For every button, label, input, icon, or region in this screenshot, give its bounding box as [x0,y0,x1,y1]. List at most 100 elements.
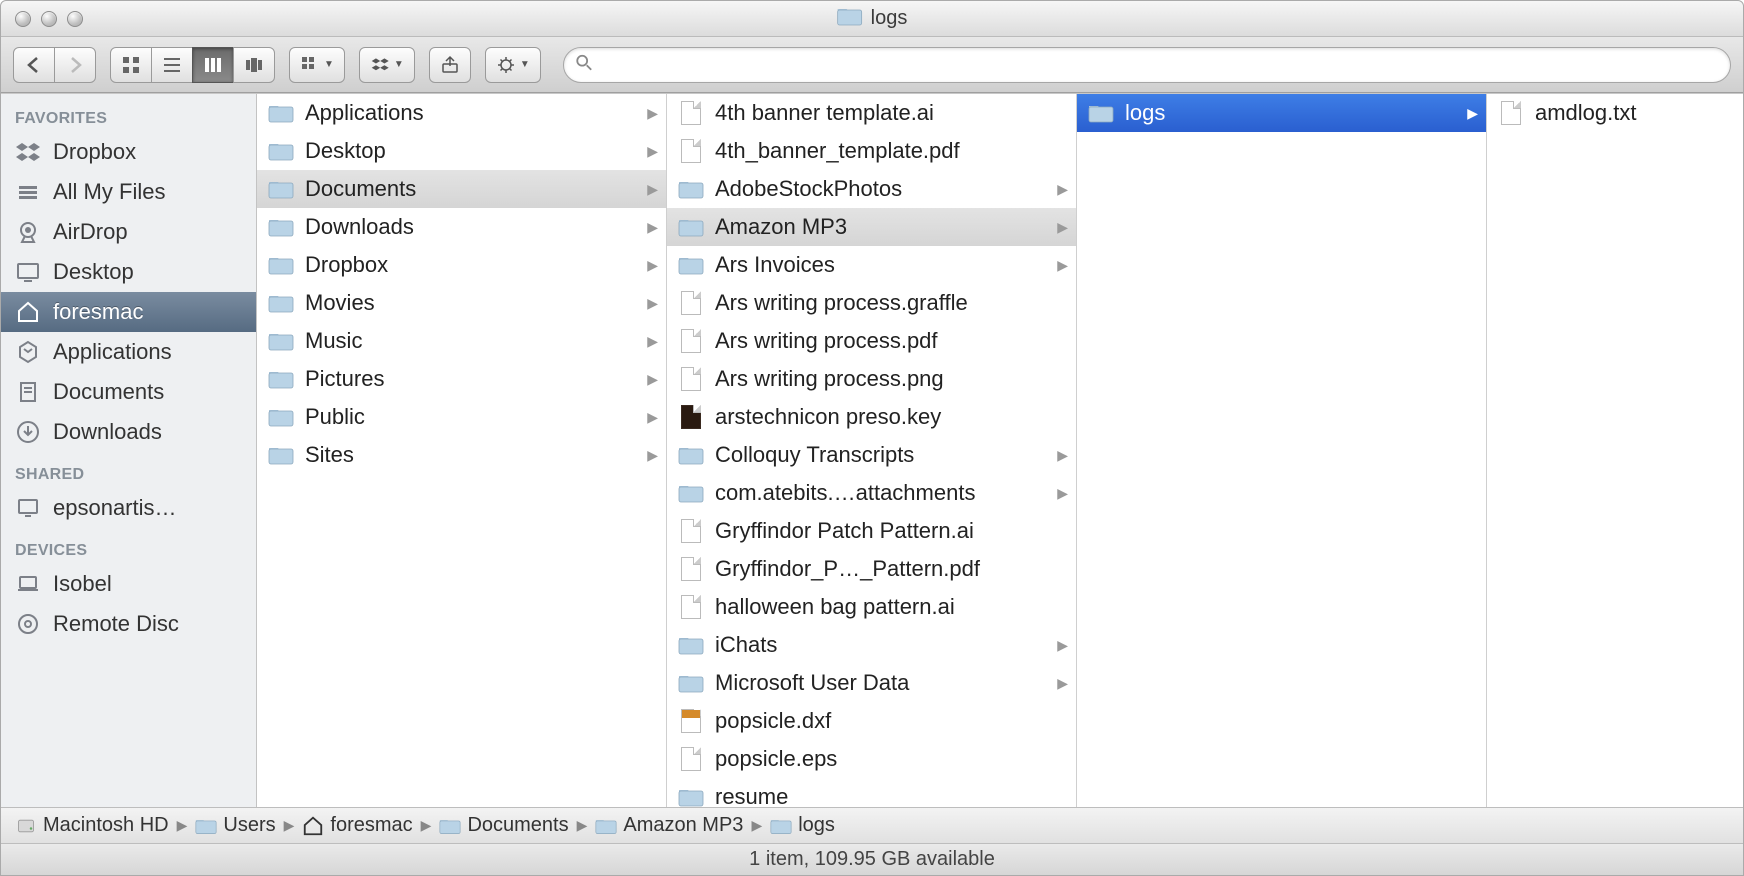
file-row[interactable]: amdlog.txt [1487,94,1743,132]
sidebar-item-airdrop[interactable]: AirDrop [1,212,256,252]
path-segment[interactable]: logs [770,814,835,837]
chevron-down-icon: ▼ [324,59,334,70]
disclosure-arrow-icon: ▶ [647,181,660,198]
file-row[interactable]: Ars writing process.graffle [667,284,1076,322]
share-button[interactable] [429,47,471,83]
file-row[interactable]: arstechnicon preso.key [667,398,1076,436]
file-row[interactable]: Documents ▶ [257,170,666,208]
file-label: Documents [305,176,416,202]
path-segment[interactable]: Documents [439,814,568,837]
sidebar-item-label: Downloads [53,419,162,445]
sidebar-item-dropbox[interactable]: Dropbox [1,132,256,172]
icon-view-button[interactable] [110,47,152,83]
sidebar-item-epsonartis-[interactable]: epsonartis… [1,488,256,528]
file-row[interactable]: Gryffindor Patch Pattern.ai [667,512,1076,550]
file-row[interactable]: AdobeStockPhotos▶ [667,170,1076,208]
sidebar-item-applications[interactable]: Applications [1,332,256,372]
status-text: 1 item, 109.95 GB available [749,848,995,871]
file-row[interactable]: Applications▶ [257,94,666,132]
column-0[interactable]: Applications▶Desktop▶ Documents ▶ Downloads… [257,94,667,807]
close-button[interactable] [15,11,31,27]
sidebar-item-desktop[interactable]: Desktop [1,252,256,292]
path-bar[interactable]: Macintosh HD▶Users▶foresmac▶Documents▶Am… [1,807,1743,843]
folder-icon [677,443,705,467]
disclosure-arrow-icon: ▶ [1057,485,1070,502]
sidebar[interactable]: FAVORITESDropboxAll My FilesAirDropDeskt… [1,94,257,807]
file-row[interactable]: Microsoft User Data▶ [667,664,1076,702]
disclosure-arrow-icon: ▶ [1057,447,1070,464]
path-separator-icon: ▶ [577,817,588,834]
file-row[interactable]: Ars Invoices ▶ [667,246,1076,284]
file-row[interactable]: 4th banner template.ai [667,94,1076,132]
file-row[interactable]: halloween bag pattern.ai [667,588,1076,626]
file-row[interactable]: Music▶ [257,322,666,360]
disclosure-arrow-icon: ▶ [1057,219,1070,236]
path-segment[interactable]: Users [195,814,275,837]
file-row[interactable]: 4th_banner_template.pdf [667,132,1076,170]
column-2[interactable]: logs▶ [1077,94,1487,807]
laptop-icon [13,571,43,597]
minimize-button[interactable] [41,11,57,27]
file-icon [677,291,705,315]
coverflow-view-button[interactable] [233,47,275,83]
sidebar-section-header: FAVORITES [1,102,256,132]
column-3[interactable]: amdlog.txt [1487,94,1743,807]
file-row[interactable]: iChats▶ [667,626,1076,664]
file-row[interactable]: Colloquy Transcripts▶ [667,436,1076,474]
back-button[interactable] [13,47,55,83]
disclosure-arrow-icon: ▶ [1057,257,1070,274]
dropbox-icon [13,139,43,165]
sidebar-item-foresmac[interactable]: foresmac [1,292,256,332]
file-row[interactable]: Amazon MP3▶ [667,208,1076,246]
file-row[interactable]: popsicle.eps [667,740,1076,778]
file-row[interactable]: Pictures▶ [257,360,666,398]
disclosure-arrow-icon: ▶ [647,143,660,160]
file-row[interactable]: Gryffindor_P…_Pattern.pdf [667,550,1076,588]
file-row[interactable]: Ars writing process.png [667,360,1076,398]
sidebar-item-remote-disc[interactable]: Remote Disc [1,604,256,644]
file-row[interactable]: resume [667,778,1076,807]
file-label: com.atebits.…attachments [715,480,975,506]
disclosure-arrow-icon: ▶ [647,105,660,122]
file-label: Gryffindor_P…_Pattern.pdf [715,556,980,582]
disclosure-arrow-icon: ▶ [1057,675,1070,692]
column-1[interactable]: 4th banner template.ai4th_banner_templat… [667,94,1077,807]
sidebar-item-isobel[interactable]: Isobel [1,564,256,604]
sidebar-item-downloads[interactable]: Downloads [1,412,256,452]
titlebar[interactable]: logs [1,1,1743,37]
file-row[interactable]: com.atebits.…attachments ▶ [667,474,1076,512]
docs-icon [13,379,43,405]
column-view-button[interactable] [192,47,234,83]
file-row[interactable]: Dropbox▶ [257,246,666,284]
list-view-button[interactable] [151,47,193,83]
disclosure-arrow-icon: ▶ [1057,181,1070,198]
search-field[interactable] [563,47,1731,83]
path-segment[interactable]: foresmac [302,814,412,837]
file-row[interactable]: Downloads▶ [257,208,666,246]
search-input[interactable] [563,47,1731,83]
file-row[interactable]: Sites▶ [257,436,666,474]
action-button[interactable]: ▼ [485,47,541,83]
file-row[interactable]: Ars writing process.pdf [667,322,1076,360]
folder-icon [677,481,705,505]
file-row[interactable]: popsicle.dxf [667,702,1076,740]
file-row[interactable]: logs▶ [1077,94,1486,132]
path-separator-icon: ▶ [421,817,432,834]
zoom-button[interactable] [67,11,83,27]
path-segment[interactable]: Macintosh HD [15,814,169,837]
file-row[interactable]: Desktop▶ [257,132,666,170]
folder-icon [595,816,617,836]
file-row[interactable]: Movies▶ [257,284,666,322]
forward-button[interactable] [54,47,96,83]
sidebar-item-all-my-files[interactable]: All My Files [1,172,256,212]
file-row[interactable]: Public▶ [257,398,666,436]
sidebar-item-documents[interactable]: Documents [1,372,256,412]
folder-icon [677,215,705,239]
file-label: Ars Invoices [715,252,835,278]
dropbox-button[interactable]: ▼ [359,47,415,83]
arrange-button[interactable]: ▼ [289,47,345,83]
column-browser[interactable]: Applications▶Desktop▶ Documents ▶ Downloads… [257,94,1743,807]
path-segment-label: Macintosh HD [43,814,169,837]
file-label: Movies [305,290,375,316]
path-segment[interactable]: Amazon MP3 [595,814,743,837]
